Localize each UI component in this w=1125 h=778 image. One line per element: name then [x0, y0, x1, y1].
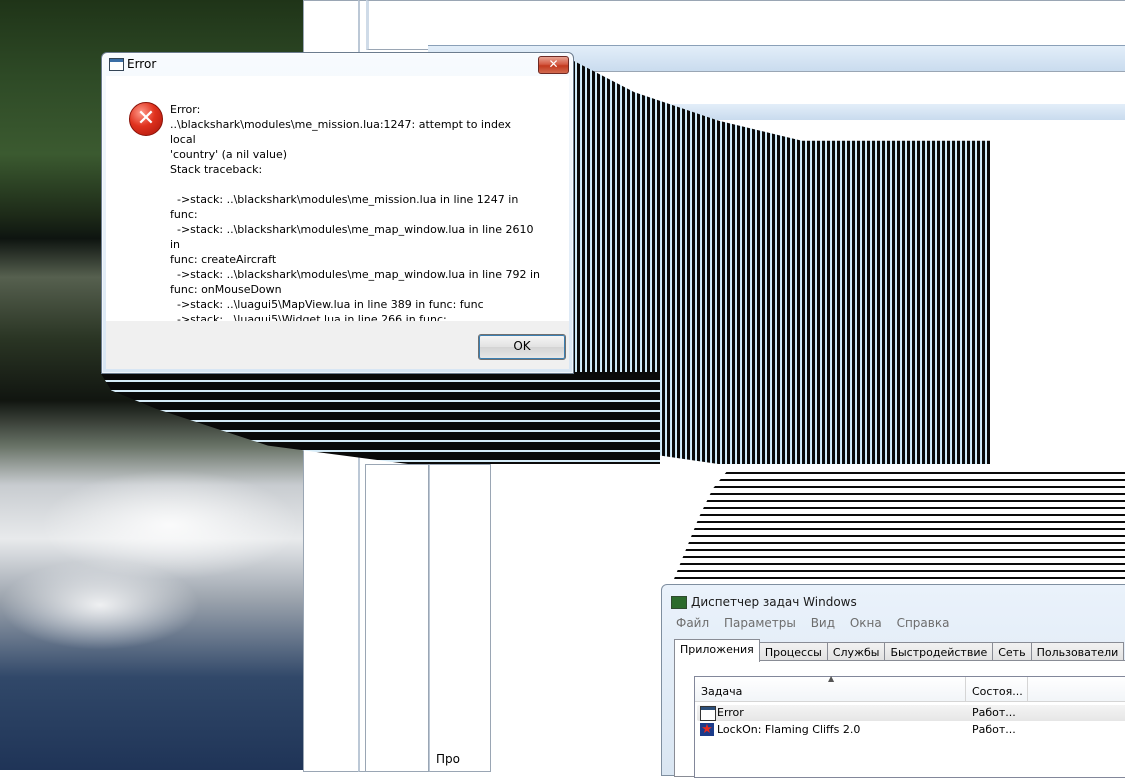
close-button[interactable]: ✕: [538, 56, 569, 74]
error-dialog-titlebar[interactable]: Error ✕: [102, 53, 573, 75]
background-window-5: [428, 464, 491, 772]
task-state: Работ...: [972, 706, 1016, 719]
task-manager-window: Диспетчер задач Windows Файл Параметры В…: [661, 584, 1125, 778]
task-name: Error: [717, 706, 744, 719]
task-state: Работ...: [972, 723, 1016, 736]
error-dialog-title: Error: [127, 57, 157, 71]
window-icon: [109, 58, 124, 71]
background-window-label: Про: [436, 752, 460, 766]
task-row[interactable]: Error Работ...: [697, 705, 1125, 721]
column-divider[interactable]: [965, 677, 966, 701]
task-manager-icon: [671, 596, 687, 609]
column-divider[interactable]: [1027, 677, 1028, 701]
tab-services[interactable]: Службы: [826, 642, 886, 662]
task-manager-title: Диспетчер задач Windows: [691, 595, 857, 609]
tab-performance[interactable]: Быстродействие: [884, 642, 994, 662]
error-message: Error: ..\blackshark\modules\me_mission.…: [170, 103, 540, 341]
ok-button[interactable]: OK: [478, 334, 566, 360]
menu-file[interactable]: Файл: [676, 616, 709, 630]
task-manager-tabs: Приложения Процессы Службы Быстродействие Се…: [674, 639, 1125, 662]
lockon-icon: ★: [700, 722, 714, 737]
applications-panel: ▲ Задача Состоя... Error Работ... ★ Lock…: [674, 660, 1125, 778]
menu-options[interactable]: Параметры: [724, 616, 796, 630]
column-state[interactable]: Состоя...: [972, 685, 1023, 698]
background-window-6: [365, 464, 429, 772]
column-task[interactable]: Задача: [701, 685, 742, 698]
task-manager-menu: Файл Параметры Вид Окна Справка: [676, 616, 960, 630]
tab-networking[interactable]: Сеть: [992, 642, 1032, 662]
close-icon: ✕: [548, 57, 559, 71]
error-icon: ✕: [129, 102, 163, 136]
tab-users[interactable]: Пользователи: [1030, 642, 1125, 662]
tab-processes[interactable]: Процессы: [758, 642, 828, 662]
task-row[interactable]: ★ LockOn: Flaming Cliffs 2.0 Работ...: [697, 722, 1125, 738]
error-dialog-body: ✕ Error: ..\blackshark\modules\me_missio…: [106, 76, 569, 341]
error-dialog: Error ✕ ✕ Error: ..\blackshark\modules\m…: [101, 52, 574, 374]
window-icon: [700, 706, 716, 721]
error-dialog-footer: OK: [106, 321, 569, 369]
taskmgr-ghost-trail: [672, 472, 1125, 584]
tab-applications[interactable]: Приложения: [674, 639, 760, 662]
task-list-header: ▲ Задача Состоя...: [695, 674, 1125, 702]
task-name: LockOn: Flaming Cliffs 2.0: [717, 723, 861, 736]
background-window-3: [366, 0, 1125, 50]
menu-windows[interactable]: Окна: [850, 616, 882, 630]
menu-view[interactable]: Вид: [811, 616, 835, 630]
sort-ascending-icon: ▲: [828, 674, 835, 683]
menu-help[interactable]: Справка: [897, 616, 950, 630]
task-list: ▲ Задача Состоя... Error Работ... ★ Lock…: [694, 674, 1125, 778]
